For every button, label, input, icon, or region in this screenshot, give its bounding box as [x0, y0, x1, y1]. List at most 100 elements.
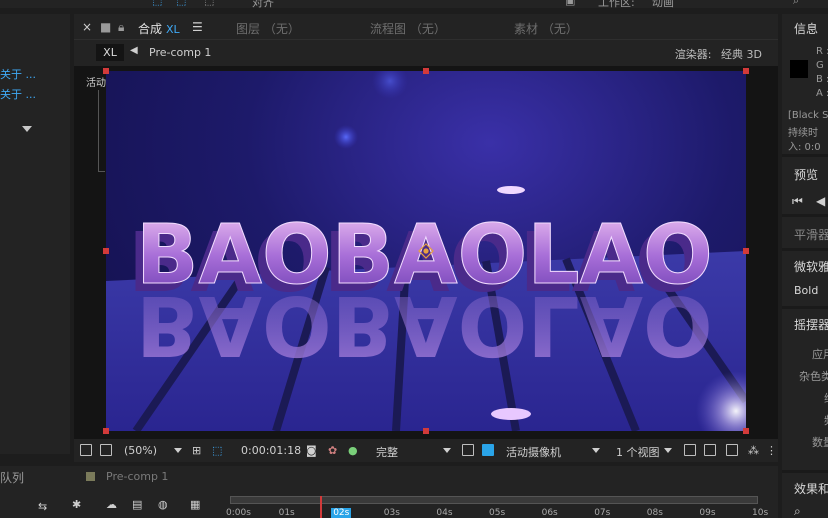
graph-editor-icon[interactable]: ▦ [190, 498, 200, 511]
resolution-select[interactable]: 完整 [376, 444, 398, 460]
comp-subbar: XL ◀ Pre-comp 1 渲染器: 经典 3D [74, 41, 778, 65]
close-icon[interactable]: × [82, 20, 92, 34]
time-tick: 07s [594, 508, 611, 518]
time-tick: 0:00s [226, 508, 251, 518]
workspace-label: 工作区: [598, 0, 635, 8]
time-tick: 08s [646, 508, 663, 518]
divider [782, 214, 828, 217]
viewer-toolbar: (50%) ⊞ ⬚ 0:00:01:18 ◙ ✿ ● 完整 活动摄像机 1 个视… [74, 440, 778, 462]
zoom-select[interactable]: (50%) [124, 444, 157, 457]
search-icon[interactable]: ⌕ [794, 504, 801, 518]
region-icon[interactable]: ⊞ [192, 444, 201, 457]
divider [782, 154, 828, 157]
handle-top-right[interactable] [743, 68, 749, 74]
search-icon[interactable]: ⌕ [793, 0, 799, 8]
show-snapshot-icon[interactable]: ✿ [328, 444, 337, 457]
top-menubar: ⬚ ⬚ ⬚ 对齐 ▣ 工作区: 动画 ⌕ [0, 0, 828, 8]
skip-back-icon[interactable]: ⏮ [792, 194, 803, 209]
wiggler-amount: 数量 [812, 436, 828, 449]
font-style-select[interactable]: Bold [794, 284, 818, 297]
handle-mid-left[interactable] [103, 248, 109, 254]
smoother-panel-title[interactable]: 平滑器 [794, 226, 828, 243]
tab-composition[interactable]: 合成 XL [138, 20, 180, 37]
chevron-down-icon[interactable] [664, 448, 672, 453]
chevron-down-icon[interactable] [443, 448, 451, 453]
composition-preview[interactable]: BAOBAOLAO BAOBAOLAO BAOBAOLAO [106, 71, 746, 431]
handle-top-mid[interactable] [423, 68, 429, 74]
more-icon[interactable]: ⋮ [766, 444, 777, 457]
transparency-grid-icon[interactable] [482, 444, 494, 456]
left-link-2[interactable]: 关于 ... [0, 86, 36, 102]
divider [782, 248, 828, 251]
snapshot-icon[interactable] [80, 444, 92, 456]
arrow-left-icon[interactable]: ◀ [130, 45, 138, 56]
view-layout-select[interactable]: 1 个视图 [616, 444, 660, 460]
info-panel-title[interactable]: 信息 [794, 20, 818, 37]
toggle-pixel-icon[interactable] [684, 444, 696, 456]
chevron-down-icon[interactable] [22, 126, 32, 132]
workspace-selector[interactable]: 动画 [652, 0, 674, 8]
handle-top-left[interactable] [103, 68, 109, 74]
step-back-icon[interactable]: ◀ [816, 194, 825, 208]
channel-icon[interactable]: ● [348, 444, 358, 457]
tab-precomp[interactable]: Pre-comp 1 [106, 470, 168, 483]
reset-exposure-icon[interactable] [704, 444, 716, 456]
wiggler-panel-title[interactable]: 摇摆器 [794, 316, 828, 333]
camera-icon: ▣ [565, 0, 576, 7]
handle-bottom-right[interactable] [743, 428, 749, 434]
comp-flowchart-icon[interactable] [726, 444, 738, 456]
chevron-down-icon[interactable] [592, 448, 600, 453]
title-reflection: BAOBAOLAO [136, 277, 713, 372]
info-g: G : [816, 60, 828, 71]
region-of-interest-icon[interactable] [462, 444, 474, 456]
time-tick: 02s [331, 508, 352, 518]
preview-panel-title[interactable]: 预览 [794, 166, 818, 183]
switches-icon[interactable]: ⇆ [38, 500, 47, 513]
breadcrumb-precomp[interactable]: Pre-comp 1 [149, 46, 211, 59]
lock-icon[interactable]: 🔒︎ [118, 20, 124, 35]
tab-flowchart[interactable]: 流程图 （无） [370, 20, 446, 37]
comp-tabbar: × ■ 🔒︎ 合成 XL ☰ 图层 （无） 流程图 （无） 素材 （无） [74, 14, 778, 40]
composition-panel: × ■ 🔒︎ 合成 XL ☰ 图层 （无） 流程图 （无） 素材 （无） XL ◀… [74, 14, 778, 462]
monitor-icon[interactable] [100, 444, 112, 456]
playhead[interactable] [320, 496, 322, 518]
font-family-select[interactable]: 微软雅 [794, 258, 828, 275]
handle-bottom-left[interactable] [103, 428, 109, 434]
flowchart-icon[interactable]: ⁂ [748, 444, 759, 457]
time-ruler[interactable] [230, 496, 758, 504]
wiggler-frequency: 频 [824, 412, 828, 428]
tab-render-queue[interactable]: 队列 [0, 469, 24, 486]
tab-footage[interactable]: 素材 （无） [514, 20, 578, 37]
hide-layers-icon[interactable]: ☁ [106, 498, 117, 511]
selection-tool-icon[interactable]: ⬚ [152, 0, 162, 7]
tab-layer[interactable]: 图层 （无） [236, 20, 300, 37]
pan-tool-icon[interactable]: ⬚ [176, 0, 186, 7]
frame-blending-icon[interactable]: ▤ [132, 498, 142, 511]
renderer-status[interactable]: 渲染器: 经典 3D [675, 46, 762, 62]
motion-blur-icon[interactable]: ◍ [158, 498, 168, 511]
chevron-down-icon[interactable] [174, 448, 182, 453]
project-panel: 关于 ... 关于 ... [0, 14, 70, 454]
time-tick: 06s [541, 508, 558, 518]
preview-image: BAOBAOLAO BAOBAOLAO BAOBAOLAO [106, 71, 746, 431]
panel-menu-icon[interactable]: ■ [100, 20, 111, 34]
timecode[interactable]: 0:00:01:18 [241, 444, 301, 457]
hamburger-icon[interactable]: ☰ [192, 20, 203, 34]
align-menu[interactable]: 对齐 [252, 0, 274, 8]
info-extra-2: 持续时 [788, 128, 818, 139]
handle-bottom-mid[interactable] [423, 428, 429, 434]
handle-mid-right[interactable] [743, 248, 749, 254]
time-tick: 05s [489, 508, 506, 518]
draft3d-icon[interactable]: ✱ [72, 498, 81, 511]
effects-panel-title[interactable]: 效果和 [794, 480, 828, 497]
renderer-label: 渲染器: [674, 48, 712, 61]
zoom-tool-icon[interactable]: ⬚ [204, 0, 214, 7]
tab-composition-label: 合成 [138, 22, 163, 36]
view-camera-select[interactable]: 活动摄像机 [506, 444, 561, 460]
divider [782, 470, 828, 473]
timeline-panel: 队列 Pre-comp 1 ⇆ ✱ ☁ ▤ ◍ ▦ 0:00s 01s 02s 03s… [0, 466, 778, 518]
left-link-1[interactable]: 关于 ... [0, 66, 36, 82]
comp-chip[interactable]: XL [96, 44, 124, 61]
crop-icon[interactable]: ⬚ [212, 444, 222, 457]
camera-snapshot-icon[interactable]: ◙ [306, 444, 317, 457]
